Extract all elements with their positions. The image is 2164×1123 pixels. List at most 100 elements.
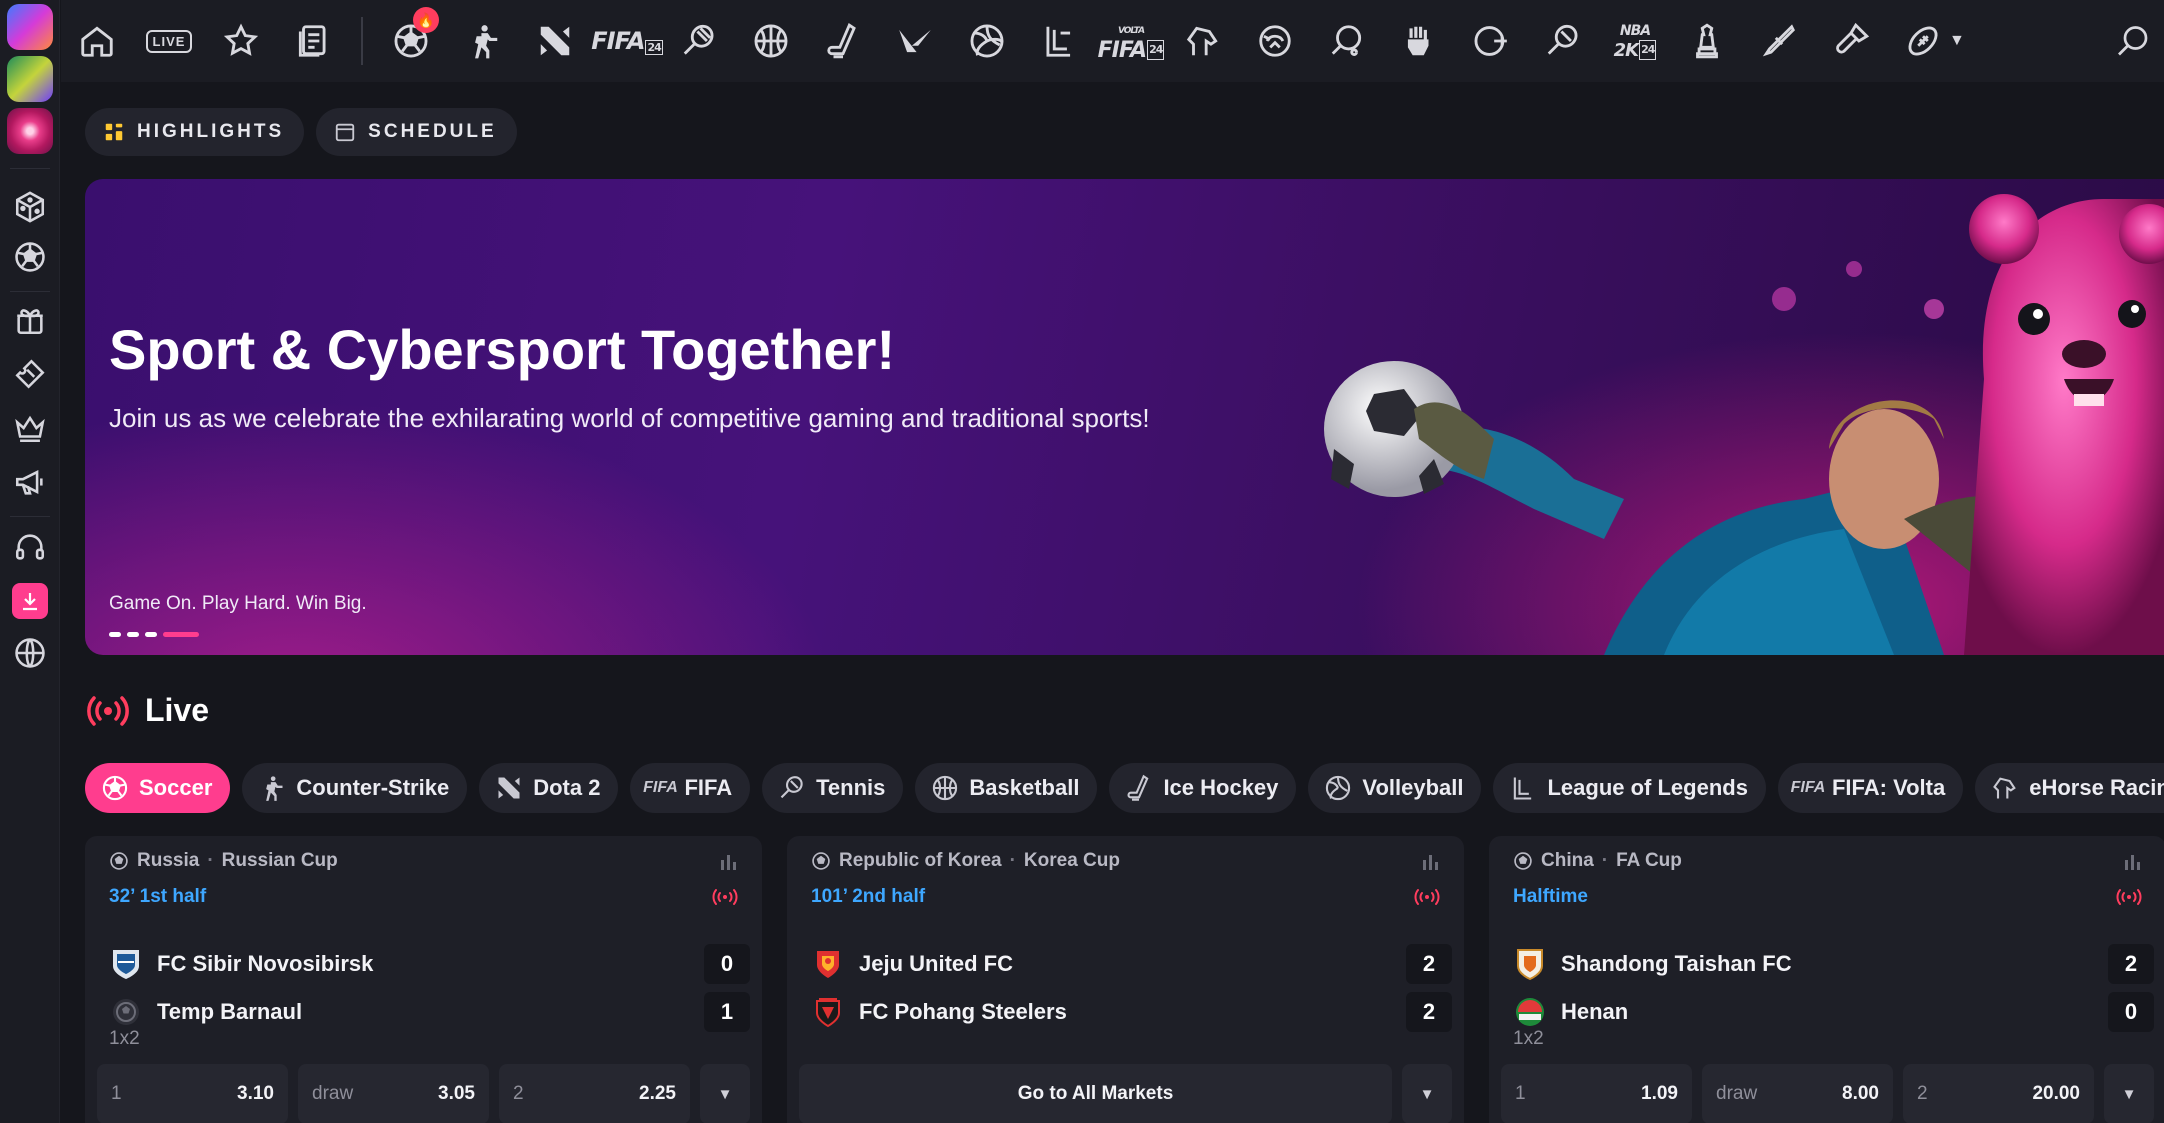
ticket-icon[interactable]	[10, 354, 50, 394]
badminton-icon[interactable]	[1815, 5, 1887, 77]
language-globe-icon[interactable]	[10, 633, 50, 673]
chip-dota2[interactable]: Dota 2	[479, 763, 619, 813]
chip-soccer[interactable]: Soccer	[85, 763, 231, 813]
download-app-icon[interactable]	[11, 583, 48, 619]
team-logo-crest	[113, 950, 139, 979]
more-markets-chevron-down-icon[interactable]: ▼	[2104, 1064, 2154, 1123]
betslip-icon[interactable]	[277, 5, 349, 77]
sidebar-divider	[9, 168, 50, 169]
ehorse-racing-icon[interactable]	[1167, 5, 1239, 77]
live-badge-label: LIVE	[145, 29, 193, 53]
ebasketball-icon[interactable]	[1455, 5, 1527, 77]
soccer-icon	[1514, 852, 1532, 870]
odd-label: 1	[1515, 1083, 1526, 1104]
left-sidebar	[0, 0, 60, 1123]
tab-highlights[interactable]: HIGHLIGHTS	[85, 108, 305, 156]
rugby-icon[interactable]	[1887, 5, 1959, 77]
live-match-card[interactable]: Republic of Korea · Korea Cup 101’ 2nd h…	[787, 836, 1464, 1123]
counter-strike-icon[interactable]	[447, 5, 519, 77]
chip-label: League of Legends	[1547, 775, 1748, 800]
hockey-stick-icon[interactable]	[1743, 5, 1815, 77]
gift-icon[interactable]	[10, 300, 50, 340]
odd-button-draw[interactable]: draw 3.05	[298, 1064, 489, 1123]
match-country: Russia	[137, 850, 200, 871]
team-score: 1	[704, 992, 750, 1032]
app-shortcut-1[interactable]	[6, 4, 53, 50]
stats-bar-chart-icon[interactable]	[2122, 852, 2142, 872]
star-icon[interactable]	[205, 5, 277, 77]
fifa-volta-icon: FIFA	[1790, 779, 1826, 796]
go-to-all-markets-button[interactable]: Go to All Markets	[799, 1064, 1392, 1123]
odd-button-home[interactable]: 1 3.10	[97, 1064, 288, 1123]
odd-button-home[interactable]: 1 1.09	[1501, 1064, 1692, 1123]
stats-bar-chart-icon[interactable]	[718, 852, 738, 872]
app-shortcut-3[interactable]	[6, 108, 53, 154]
soccer-icon[interactable]: 🔥	[375, 5, 447, 77]
ehorse-racing-icon	[1991, 774, 2019, 802]
crown-icon[interactable]	[10, 408, 50, 448]
tab-schedule[interactable]: SCHEDULE	[316, 108, 517, 156]
chip-counter-strike[interactable]: Counter-Strike	[242, 763, 468, 813]
pagination-dot[interactable]	[145, 632, 157, 637]
league-of-legends-icon[interactable]	[1023, 5, 1095, 77]
odd-button-draw[interactable]: draw 8.00	[1702, 1064, 1893, 1123]
volleyball-icon[interactable]	[951, 5, 1023, 77]
pagination-dot-active[interactable]	[163, 632, 199, 637]
match-time: 32’ 1st half	[109, 886, 207, 907]
chip-label: Ice Hockey	[1163, 775, 1279, 800]
nba2k-icon[interactable]: NBA 2K 24	[1599, 5, 1671, 77]
support-headset-icon[interactable]	[10, 527, 50, 567]
more-markets-chevron-down-icon[interactable]: ▼	[700, 1064, 750, 1123]
app-shortcut-2[interactable]	[6, 56, 53, 102]
chip-fifa[interactable]: FIFA FIFA	[630, 763, 751, 813]
basketball-icon[interactable]	[735, 5, 807, 77]
mortal-kombat-icon[interactable]	[1383, 5, 1455, 77]
odds-row: Go to All Markets ▼	[799, 1064, 1452, 1123]
odd-button-away[interactable]: 2 20.00	[1903, 1064, 2094, 1123]
valorant-icon[interactable]	[879, 5, 951, 77]
separator-dot: ·	[207, 850, 214, 871]
home-icon[interactable]	[61, 5, 133, 77]
live-match-card[interactable]: China · FA Cup Halftime Shandong Taishan…	[1489, 836, 2164, 1123]
live-match-card[interactable]: Russia · Russian Cup 32’ 1st half FC Sib…	[85, 836, 762, 1123]
chip-ehorse-racing[interactable]: eHorse Racing	[1975, 763, 2164, 813]
promo-banner[interactable]: Sport & Cybersport Together! Join us as …	[85, 179, 2164, 655]
team-score: 0	[704, 944, 750, 984]
rocket-league-icon[interactable]	[1239, 5, 1311, 77]
pagination-dot[interactable]	[127, 632, 139, 637]
casino-dice-icon[interactable]	[10, 187, 50, 227]
sports-ball-icon[interactable]	[10, 237, 50, 277]
fifa-volta-icon[interactable]: VOLTA FIFA 24	[1095, 5, 1167, 77]
tennis-icon[interactable]	[663, 5, 735, 77]
live-sport-filter: Soccer Counter-Strike Dota 2 FIFA FIFA T…	[85, 763, 2164, 813]
chip-volleyball[interactable]: Volleyball	[1308, 763, 1482, 813]
separator-dot: ·	[1601, 850, 1609, 871]
tab-highlights-label: HIGHLIGHTS	[137, 121, 285, 142]
odd-value: 1.09	[1641, 1083, 1678, 1104]
chip-fifa-volta[interactable]: FIFA FIFA: Volta	[1777, 763, 1964, 813]
etennis-icon[interactable]	[1527, 5, 1599, 77]
chip-tennis[interactable]: Tennis	[762, 763, 904, 813]
odd-label: 2	[1917, 1083, 1928, 1104]
stats-bar-chart-icon[interactable]	[1420, 852, 1440, 872]
chess-icon[interactable]	[1671, 5, 1743, 77]
odds-row: 1 3.10 draw 3.05 2 2.25 ▼	[97, 1064, 750, 1123]
live-icon[interactable]: LIVE	[133, 5, 205, 77]
odd-button-away[interactable]: 2 2.25	[499, 1064, 690, 1123]
megaphone-icon[interactable]	[10, 462, 50, 502]
pagination-dot[interactable]	[109, 632, 121, 637]
odd-label: draw	[312, 1083, 354, 1104]
chip-league-of-legends[interactable]: League of Legends	[1493, 763, 1766, 813]
live-section-header: Live	[85, 692, 209, 729]
more-markets-chevron-down-icon[interactable]: ▼	[1402, 1064, 1452, 1123]
fifa-icon[interactable]: FIFA 24	[591, 5, 663, 77]
table-tennis-icon[interactable]	[1311, 5, 1383, 77]
chip-ice-hockey[interactable]: Ice Hockey	[1109, 763, 1297, 813]
search-icon[interactable]	[2110, 17, 2158, 65]
fifa-icon: FIFA	[643, 779, 678, 796]
ice-hockey-icon[interactable]	[807, 5, 879, 77]
team-name: FC Pohang Steelers	[859, 999, 1067, 1024]
odd-label: 1	[111, 1083, 122, 1104]
dota2-icon[interactable]	[519, 5, 591, 77]
chip-basketball[interactable]: Basketball	[915, 763, 1098, 813]
